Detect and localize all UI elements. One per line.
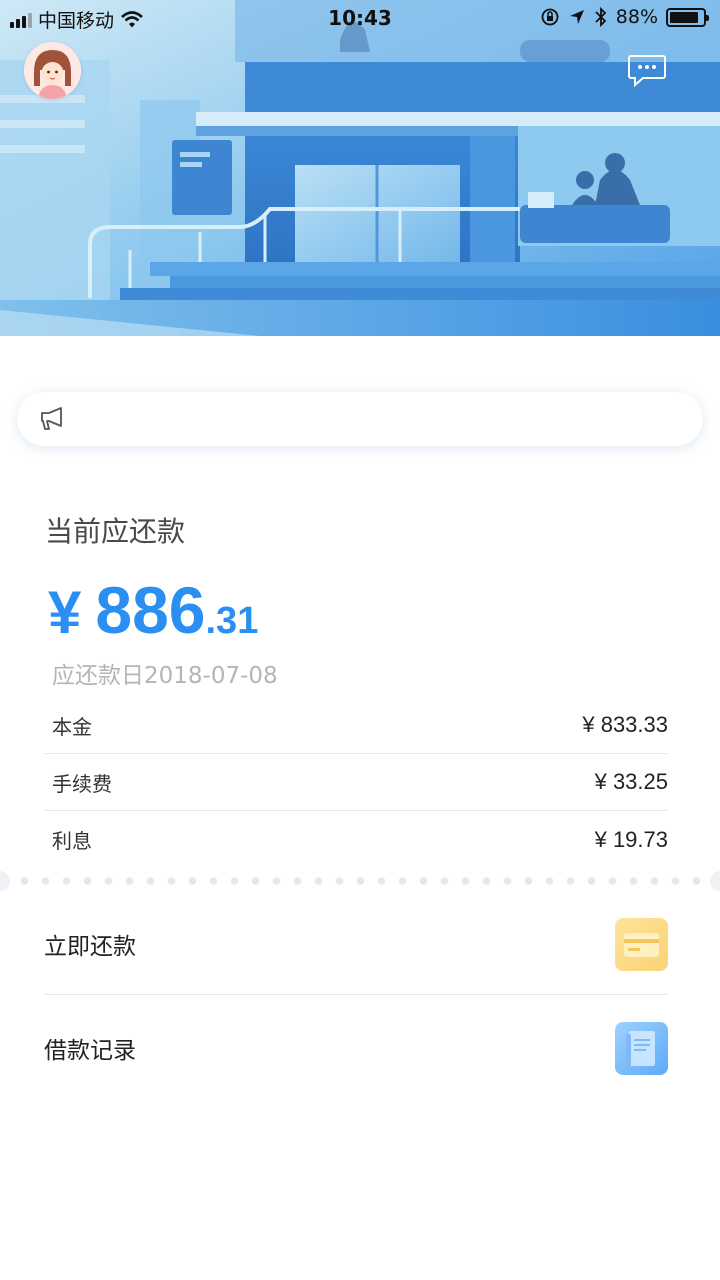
detail-row-interest: 利息 ¥ 19.73 <box>44 811 668 868</box>
repay-now-label: 立即还款 <box>44 934 136 960</box>
detail-value: ¥ 33.25 <box>594 769 668 794</box>
card-icon <box>615 917 668 971</box>
detail-value: ¥ 833.33 <box>582 712 668 737</box>
action-divider <box>44 994 668 995</box>
status-bar: 中国移动 10:43 88% <box>0 0 720 38</box>
rotation-lock-icon <box>541 8 559 26</box>
detail-label: 手续费 <box>52 771 112 796</box>
avatar[interactable] <box>24 42 81 99</box>
battery-percent: 88% <box>615 6 658 28</box>
amount-decimal: .31 <box>205 600 259 642</box>
detail-value: ¥ 19.73 <box>594 826 668 852</box>
divider-notch <box>710 871 720 891</box>
detail-label: 本金 <box>52 714 92 739</box>
building-illustration <box>0 0 720 336</box>
divider-dots <box>14 877 706 885</box>
chat-bubble-icon <box>628 55 666 88</box>
battery-icon <box>666 7 709 27</box>
detail-label: 利息 <box>52 829 92 853</box>
loan-records-label: 借款记录 <box>44 1038 136 1064</box>
detail-row-principal: 本金 ¥ 833.33 <box>44 697 668 754</box>
amount-integer: 886 <box>95 573 206 647</box>
notice-bar[interactable] <box>17 392 703 446</box>
loan-records-row[interactable]: 借款记录 <box>44 996 668 1100</box>
bluetooth-icon <box>595 7 607 27</box>
user-avatar-icon <box>24 42 81 99</box>
repay-now-row[interactable]: 立即还款 <box>44 892 668 996</box>
megaphone-icon <box>41 407 62 430</box>
document-icon <box>615 1021 668 1075</box>
perforated-divider <box>0 868 720 894</box>
detail-row-fee: 手续费 ¥ 33.25 <box>44 754 668 811</box>
current-due-title: 当前应还款 <box>45 515 186 548</box>
message-button[interactable] <box>627 54 667 88</box>
currency-symbol: ¥ <box>48 579 82 646</box>
location-arrow-icon <box>569 10 584 24</box>
divider-notch <box>0 871 10 891</box>
hero-banner <box>0 0 720 336</box>
due-date: 应还款日2018-07-08 <box>52 663 278 689</box>
due-amount: ¥886.31 <box>48 572 258 648</box>
